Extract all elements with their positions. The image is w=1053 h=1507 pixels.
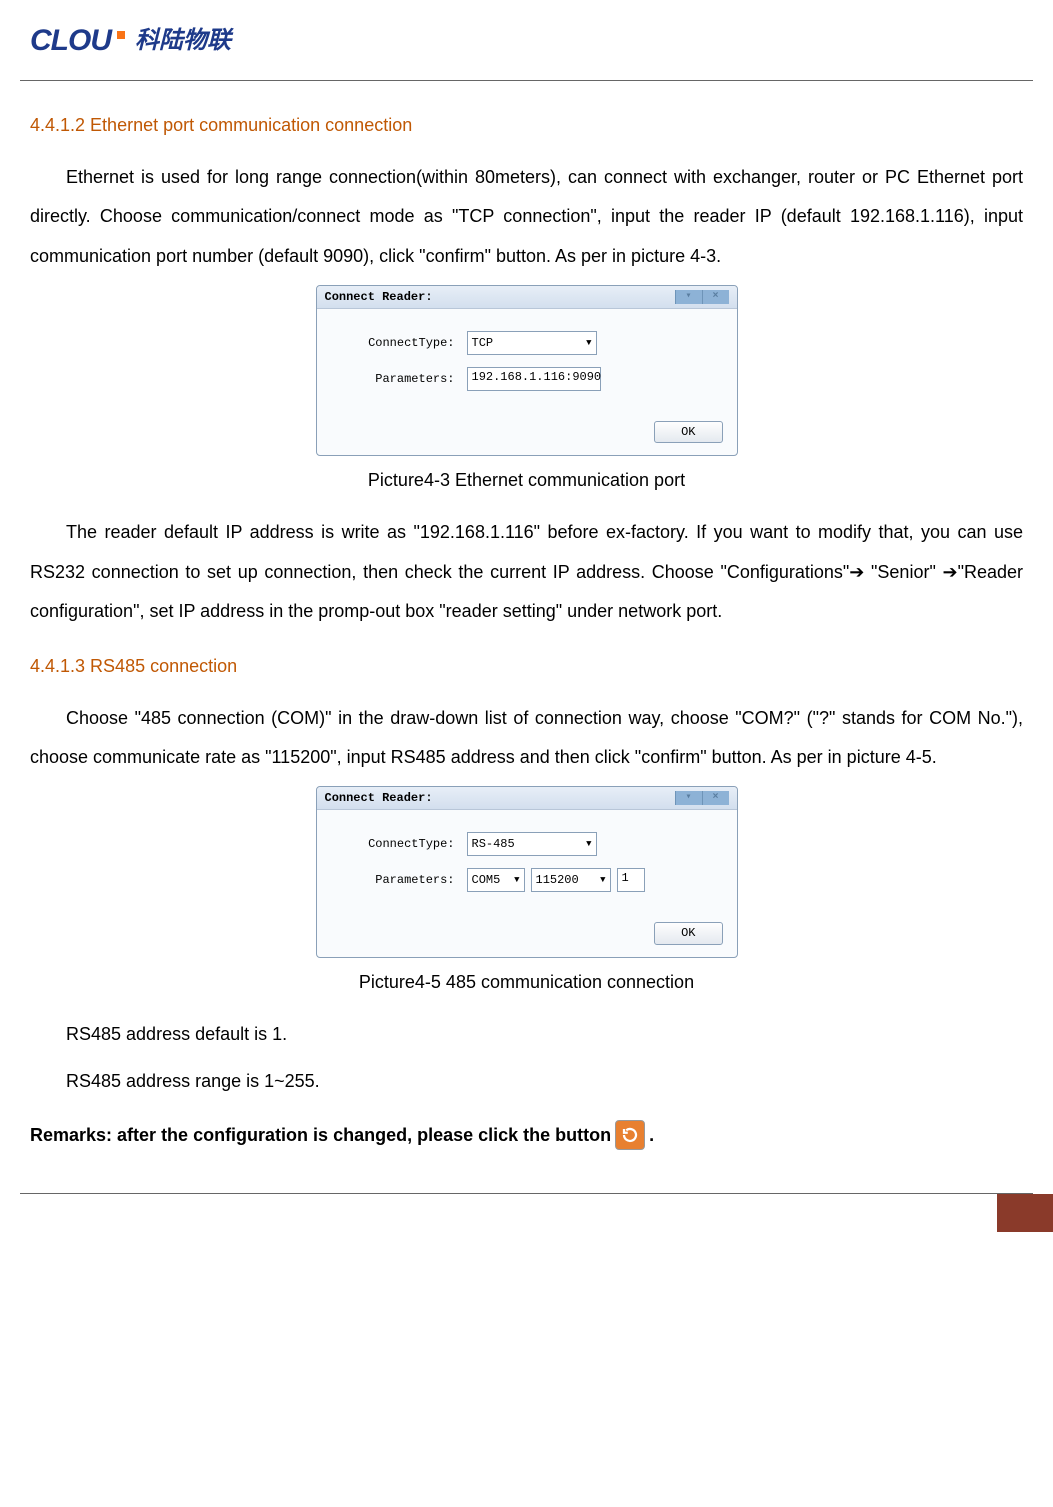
logo: CLOU 科陆物联 — [30, 8, 1023, 80]
connect-type-label: ConnectType: — [335, 837, 461, 851]
figure-4-3-caption: Picture4-3 Ethernet communication port — [30, 466, 1023, 495]
remarks-text-prefix: Remarks: after the configuration is chan… — [30, 1116, 611, 1156]
logo-text-en: CLOU — [30, 8, 111, 74]
parameters-label: Parameters: — [335, 873, 461, 887]
section1-paragraph1: Ethernet is used for long range connecti… — [30, 158, 1023, 277]
connect-reader-dialog-tcp: Connect Reader: ▾ × ConnectType: TCP ▼ P… — [316, 285, 738, 457]
ok-button[interactable]: OK — [654, 922, 722, 944]
page-header: CLOU 科陆物联 — [0, 0, 1053, 80]
rs485-address-input[interactable]: 1 — [617, 868, 645, 892]
section2-paragraph1: Choose "485 connection (COM)" in the dra… — [30, 699, 1023, 778]
figure-4-5-caption: Picture4-5 485 communication connection — [30, 968, 1023, 997]
window-buttons: ▾ × — [675, 290, 729, 304]
parameters-label: Parameters: — [335, 372, 461, 386]
connect-type-select[interactable]: TCP ▼ — [467, 331, 597, 355]
ok-button[interactable]: OK — [654, 421, 722, 443]
minimize-icon[interactable]: ▾ — [675, 791, 702, 805]
chevron-down-icon: ▼ — [514, 875, 519, 886]
window-buttons: ▾ × — [675, 791, 729, 805]
section-heading-4413: 4.4.1.3 RS485 connection — [30, 652, 1023, 681]
baud-rate-value: 115200 — [536, 873, 579, 887]
refresh-icon[interactable] — [615, 1120, 645, 1150]
com-port-value: COM5 — [472, 873, 501, 887]
connect-type-label: ConnectType: — [335, 336, 461, 350]
baud-rate-select[interactable]: 115200 ▼ — [531, 868, 611, 892]
connect-reader-dialog-rs485: Connect Reader: ▾ × ConnectType: RS-485 … — [316, 786, 738, 958]
close-icon[interactable]: × — [702, 791, 729, 805]
figure-4-3: Connect Reader: ▾ × ConnectType: TCP ▼ P… — [30, 285, 1023, 457]
section-heading-4412: 4.4.1.2 Ethernet port communication conn… — [30, 111, 1023, 140]
page-footer — [0, 1194, 1053, 1232]
section1-paragraph2: The reader default IP address is write a… — [30, 513, 1023, 632]
chevron-down-icon: ▼ — [600, 875, 605, 886]
rs485-note-2: RS485 address range is 1~255. — [30, 1062, 1023, 1102]
chevron-down-icon: ▼ — [586, 338, 591, 349]
com-port-select[interactable]: COM5 ▼ — [467, 868, 525, 892]
dialog-titlebar: Connect Reader: ▾ × — [317, 286, 737, 309]
dialog-titlebar: Connect Reader: ▾ × — [317, 787, 737, 810]
close-icon[interactable]: × — [702, 290, 729, 304]
logo-accent-icon — [117, 31, 125, 39]
remarks-line: Remarks: after the configuration is chan… — [30, 1116, 1023, 1156]
parameters-input[interactable]: 192.168.1.116:9090 — [467, 367, 601, 391]
footer-accent — [997, 1194, 1053, 1232]
chevron-down-icon: ▼ — [586, 839, 591, 850]
figure-4-5: Connect Reader: ▾ × ConnectType: RS-485 … — [30, 786, 1023, 958]
dialog-title-text: Connect Reader: — [325, 791, 433, 805]
dialog-title-text: Connect Reader: — [325, 290, 433, 304]
remarks-text-suffix: . — [649, 1116, 654, 1156]
connect-type-value: RS-485 — [472, 837, 515, 851]
logo-text-cn: 科陆物联 — [135, 15, 231, 68]
rs485-note-1: RS485 address default is 1. — [30, 1015, 1023, 1055]
header-rule — [20, 80, 1033, 81]
connect-type-select[interactable]: RS-485 ▼ — [467, 832, 597, 856]
connect-type-value: TCP — [472, 336, 494, 350]
minimize-icon[interactable]: ▾ — [675, 290, 702, 304]
page-content: 4.4.1.2 Ethernet port communication conn… — [0, 111, 1053, 1175]
